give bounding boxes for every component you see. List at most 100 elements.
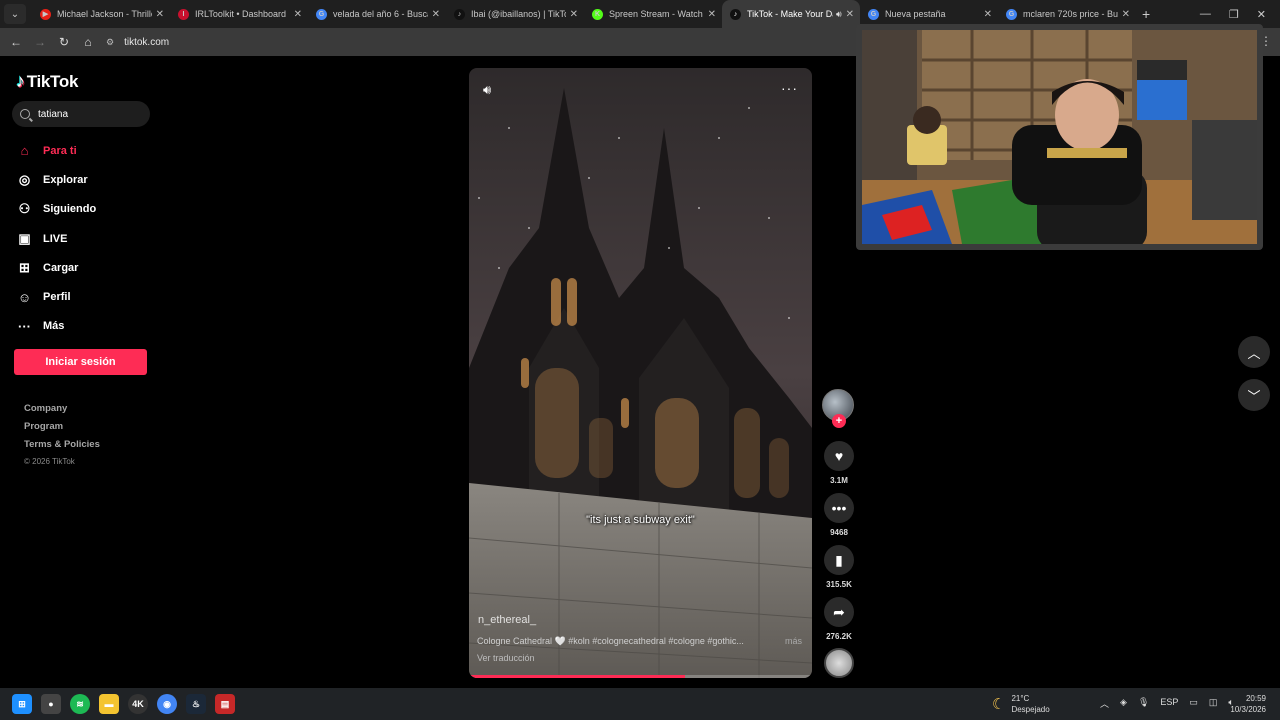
upload-icon: ⊞ [19, 259, 30, 275]
description-more-link[interactable]: más [785, 636, 802, 646]
tab-close-icon[interactable]: ✕ [984, 9, 992, 20]
comment-action[interactable]: ••• 9468 [823, 493, 855, 537]
tab-close-icon[interactable]: ✕ [156, 9, 164, 20]
new-tab-icon[interactable]: + [1142, 6, 1150, 22]
footer-link[interactable]: Terms & Policies [24, 439, 100, 457]
spotify-icon[interactable]: ≋ [70, 694, 90, 714]
maximize-icon[interactable]: ❐ [1229, 8, 1239, 21]
search-icon [20, 109, 30, 119]
tab-close-icon[interactable]: ✕ [294, 9, 302, 20]
more-icon: ··· [18, 318, 31, 334]
video-description: Cologne Cathedral 🤍 #koln #colognecathed… [477, 636, 802, 647]
sidebar-item-following[interactable]: ⚇ Siguiendo [16, 195, 97, 224]
system-clock[interactable]: 20:59 10/3/2026 [1230, 693, 1266, 715]
volume-icon[interactable]: 🔊︎ [483, 82, 491, 98]
sidebar-item-live[interactable]: ▣ LIVE [16, 224, 96, 253]
footer-link[interactable]: Program [24, 421, 100, 439]
previous-video-button[interactable]: ︿ [1238, 336, 1270, 368]
tab-favicon-icon: G [868, 8, 879, 20]
sidebar-item-compass[interactable]: ◎ Explorar [16, 165, 96, 194]
comment-count: 9468 [830, 528, 848, 537]
video-username[interactable]: n_ethereal_ [478, 614, 536, 626]
microphone-icon[interactable]: 🎙︎ [1138, 697, 1149, 710]
share-action[interactable]: ➦ 276.2K [823, 597, 855, 641]
save-count: 315.5K [826, 580, 852, 589]
tab-title: TikTok - Make Your Day [747, 9, 833, 19]
translate-link[interactable]: Ver traducción [477, 653, 535, 663]
browser-tab[interactable]: ♪ TikTok - Make Your Day 🔊︎ ✕ [722, 0, 860, 28]
bookmark-icon[interactable]: ▮ [824, 545, 854, 575]
video-actions: + ♥ 3.1M ••• 9468 ▮ 315.5K ➦ 276.2K [822, 389, 856, 678]
tab-close-icon[interactable]: ✕ [570, 9, 578, 20]
live-icon: ▣ [18, 230, 31, 246]
file-explorer-icon[interactable]: ▬ [99, 694, 119, 714]
sidebar-item-label: Más [43, 320, 65, 333]
creator-avatar[interactable]: + [822, 389, 854, 428]
login-button[interactable]: Iniciar sesión [14, 349, 147, 375]
tab-favicon-icon: K [592, 8, 603, 20]
obs-icon[interactable]: ● [41, 694, 61, 714]
forward-icon[interactable]: → [28, 35, 52, 49]
reload-icon[interactable]: ↻ [52, 35, 76, 49]
start-icon[interactable]: ⊞ [12, 694, 32, 714]
minimize-icon[interactable]: — [1200, 8, 1211, 20]
home-button-icon[interactable]: ⌂ [76, 35, 100, 49]
music-disc-icon[interactable] [824, 648, 854, 678]
network-icon[interactable]: ◫ [1209, 697, 1218, 710]
defender-icon[interactable]: ◈ [1120, 697, 1127, 710]
display-icon[interactable]: ▭ [1189, 697, 1198, 710]
tab-title: Nueva pestaña [885, 9, 946, 19]
sidebar-item-profile[interactable]: ☺ Perfil [16, 282, 96, 311]
chrome-icon[interactable]: ◉ [157, 694, 177, 714]
share-icon[interactable]: ➦ [824, 597, 854, 627]
search-input[interactable]: tatiana [12, 101, 150, 127]
tab-close-icon[interactable]: ✕ [708, 9, 716, 20]
save-action[interactable]: ▮ 315.5K [823, 545, 855, 589]
tab-close-icon[interactable]: ✕ [846, 9, 854, 20]
tab-favicon-icon: G [1006, 8, 1017, 20]
video-more-icon[interactable]: ··· [781, 80, 798, 96]
app-icon[interactable]: ▤ [215, 694, 235, 714]
tab-favicon-icon: ♪ [730, 8, 741, 20]
windows-taskbar: ⊞ ● ≋ ▬ 4K ◉ ♨ ▤ ☾ 21°C Despejado ︿ ◈ 🎙︎… [0, 688, 1280, 720]
sidebar-item-upload[interactable]: ⊞ Cargar [16, 253, 96, 282]
tab-audio-icon[interactable]: 🔊︎ [836, 9, 842, 20]
follow-plus-icon[interactable]: + [832, 414, 846, 428]
like-action[interactable]: ♥ 3.1M [823, 441, 855, 485]
tiktok-logo[interactable]: ♪ TikTok [16, 71, 78, 92]
video-progress-bar[interactable] [469, 675, 812, 678]
sidebar-item-more[interactable]: ··· Más [16, 312, 96, 341]
browser-tab[interactable]: ♪ Ibai (@ibaillanos) | TikTok ✕ [446, 0, 584, 28]
tab-favicon-icon: I [178, 8, 189, 20]
tab-close-icon[interactable]: ✕ [1122, 9, 1130, 20]
cathedral-video-frame [469, 68, 812, 678]
language-indicator[interactable]: ESP [1160, 697, 1178, 710]
close-window-icon[interactable]: ✕ [1257, 8, 1266, 21]
site-info-icon[interactable]: ⚙ [106, 37, 114, 48]
video-player[interactable]: 🔊︎ ··· "its just a subway exit" n_ethere… [469, 68, 812, 678]
steam-icon[interactable]: ♨ [186, 694, 206, 714]
tab-title: mclaren 720s price - Buscar [1023, 9, 1118, 19]
browser-tab[interactable]: ▶ Michael Jackson - Thriller ✕ [32, 0, 170, 28]
home-icon: ⌂ [20, 143, 29, 159]
sidebar-nav: ⌂ Para ti ◎ Explorar ⚇ Siguiendo ▣ LIVE ⊞ Cargar ☺… [16, 136, 96, 341]
heart-icon[interactable]: ♥ [824, 441, 854, 471]
like-count: 3.1M [830, 476, 848, 485]
4k-app-icon[interactable]: 4K [128, 694, 148, 714]
back-icon[interactable]: ← [4, 35, 28, 49]
next-video-button[interactable]: ﹀ [1238, 379, 1270, 411]
tray-chevron-icon[interactable]: ︿ [1100, 697, 1109, 710]
url-field[interactable]: ⚙ tiktok.com [106, 31, 169, 53]
browser-tab[interactable]: Gvelada del año 6 - Buscar ✕ [308, 0, 446, 28]
tab-close-icon[interactable]: ✕ [432, 9, 440, 20]
tab-search-button[interactable]: ⌄ [4, 4, 26, 24]
footer-link[interactable]: Company [24, 403, 100, 421]
tab-title: IRLToolkit • Dashboard [195, 9, 287, 19]
browser-tab[interactable]: I IRLToolkit • Dashboard ✕ [170, 0, 308, 28]
comment-icon[interactable]: ••• [824, 493, 854, 523]
sidebar-item-home[interactable]: ⌂ Para ti [16, 136, 96, 165]
browser-tab[interactable]: K Spreen Stream - Watch Live ✕ [584, 0, 722, 28]
weather-widget[interactable]: ☾ 21°C Despejado [992, 693, 1050, 715]
tab-favicon-icon: ♪ [454, 8, 465, 20]
system-tray: ︿ ◈ 🎙︎ ESP ▭ ◫ 🔈︎ [1100, 697, 1234, 710]
